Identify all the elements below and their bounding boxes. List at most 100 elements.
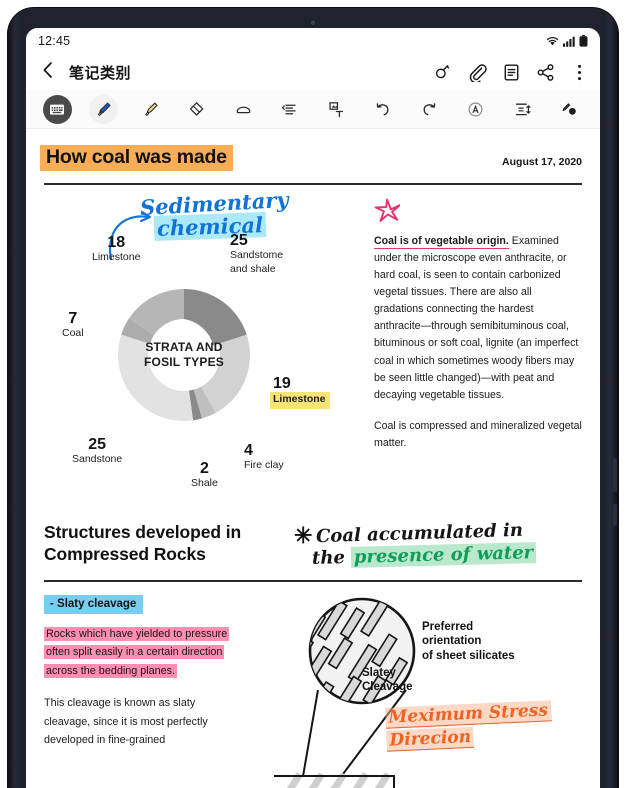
slatey-cleavage-label: Slatey Cleavage xyxy=(362,666,413,695)
note-date: August 17, 2020 xyxy=(502,156,582,171)
bottom-section: - Slaty cleavage Rocks which have yielde… xyxy=(26,582,600,750)
chart-column: Sedimentary chemical xyxy=(44,195,360,503)
chart-label-value: 2 xyxy=(191,461,218,478)
asterisk-mark-icon: ✳ xyxy=(294,523,312,549)
mid-heading: Structures developed in Compressed Rocks xyxy=(44,521,294,567)
chart-label-name: Sandstomeand shale xyxy=(230,249,283,276)
text-align-icon[interactable] xyxy=(267,93,314,125)
status-bar: 12:45 xyxy=(26,28,600,54)
preferred-line-3: of sheet silicates xyxy=(422,649,515,664)
pen-tool-chip xyxy=(89,95,118,124)
chart-label-coal: 7 Coal xyxy=(62,311,84,341)
handwriting-direcion: Direcion xyxy=(386,726,474,751)
handwriting-the: the xyxy=(312,547,345,569)
note-title: How coal was made xyxy=(44,145,229,171)
status-icon-group xyxy=(546,35,588,47)
chart-label-sandstone: 25 Sandstone xyxy=(72,437,122,467)
keyboard-icon[interactable] xyxy=(34,93,81,125)
keyboard-tool-chip xyxy=(43,95,72,124)
note-title-row: How coal was made August 17, 2020 xyxy=(26,129,600,171)
text-column: Coal is of vegetable origin. Examined un… xyxy=(374,195,582,503)
slatey-cleavage-line-1: Slatey xyxy=(362,666,413,681)
pen-icon[interactable] xyxy=(81,93,128,125)
pink-line-3: across the bedding planes. xyxy=(44,664,177,678)
chart-label-name: Limestone xyxy=(270,392,330,408)
highlighter-icon[interactable] xyxy=(127,93,174,125)
note-page-icon[interactable] xyxy=(501,62,522,83)
chart-label-name: Sandstone xyxy=(72,453,122,466)
battery-icon xyxy=(579,35,588,47)
bottom-text-column: - Slaty cleavage Rocks which have yielde… xyxy=(44,594,274,750)
pen-color-icon[interactable] xyxy=(546,93,593,125)
lasso-select-icon[interactable] xyxy=(220,93,267,125)
pen-settings-icon[interactable] xyxy=(433,62,454,83)
chart-label-value: 19 xyxy=(270,376,330,393)
chart-label-value: 18 xyxy=(92,235,140,252)
back-button[interactable] xyxy=(34,59,60,85)
chart-label-value: 25 xyxy=(230,233,283,250)
undo-icon[interactable] xyxy=(360,93,407,125)
pink-line-1: Rocks which have yielded to pressure xyxy=(44,627,229,641)
cleavage-diagram-column: Slatey Cleavage Preferred orientation of… xyxy=(274,594,582,750)
plain-line-3: developed in fine-grained xyxy=(44,734,165,746)
front-camera xyxy=(310,19,317,26)
tablet-screen: 12:45 笔记类别 xyxy=(26,28,600,788)
note-canvas[interactable]: How coal was made August 17, 2020 Sedime… xyxy=(26,129,600,788)
chart-label-name: Coal xyxy=(62,327,84,340)
chart-label-sandstome-and-shale: 25 Sandstomeand shale xyxy=(230,233,283,277)
chart-label-shale: 2 Shale xyxy=(191,461,218,491)
chart-label-name: Limestone xyxy=(92,251,140,264)
chart-label-name: Fire clay xyxy=(244,459,284,472)
chart-label-fire-clay: 4 Fire clay xyxy=(244,443,284,473)
mid-handwriting-group: ✳ Coal accumulated in the presence of wa… xyxy=(298,521,536,566)
app-bar-actions xyxy=(433,62,590,83)
app-bar: 笔记类别 xyxy=(26,54,600,90)
share-icon[interactable] xyxy=(535,62,556,83)
plain-paragraph: This cleavage is known as slaty cleavage… xyxy=(44,694,274,750)
signal-icon xyxy=(563,36,575,47)
attachment-icon[interactable] xyxy=(467,62,488,83)
preferred-line-2: orientation xyxy=(422,634,515,649)
donut-center-label: STRATA AND FOSIL TYPES xyxy=(102,273,266,437)
pink-highlighted-paragraph: Rocks which have yielded to pressure oft… xyxy=(44,625,274,682)
status-clock: 12:45 xyxy=(38,34,70,48)
note-body-columns: Sedimentary chemical xyxy=(26,185,600,503)
tablet-device-frame: 12:45 笔记类别 xyxy=(8,8,618,788)
chevron-left-icon xyxy=(41,61,54,84)
redo-icon[interactable] xyxy=(406,93,453,125)
eraser-icon[interactable] xyxy=(174,93,221,125)
slatey-cleavage-line-2: Cleavage xyxy=(362,680,413,695)
chart-label-name: Shale xyxy=(191,477,218,490)
handwriting-presence-of-water: presence of water xyxy=(351,542,537,568)
chart-label-value: 7 xyxy=(62,311,84,328)
slaty-cleavage-chip: - Slaty cleavage xyxy=(44,595,143,614)
chart-label-limestone-highlighted: 19 Limestone xyxy=(270,376,330,409)
chart-label-limestone-top: 18 Limestone xyxy=(92,235,140,265)
mid-section: Structures developed in Compressed Rocks… xyxy=(26,503,600,567)
right-column-lead-paragraph: Coal is of vegetable origin. Examined un… xyxy=(374,233,582,405)
text-mode-icon[interactable] xyxy=(453,93,500,125)
star-doodle-icon xyxy=(374,197,582,228)
app-title: 笔记类别 xyxy=(69,62,131,83)
line-spacing-icon[interactable] xyxy=(499,93,546,125)
preferred-line-1: Preferred xyxy=(422,620,515,635)
pink-line-2: often split easily in a certain directio… xyxy=(44,645,224,659)
volume-button[interactable] xyxy=(613,504,617,526)
preferred-orientation-label: Preferred orientation of sheet silicates xyxy=(422,620,515,665)
wifi-icon xyxy=(546,36,559,47)
chart-label-value: 25 xyxy=(72,437,122,454)
donut-chart: STRATA AND FOSIL TYPES 18 Limestone 25 S… xyxy=(44,231,360,503)
lead-bold-phrase: Coal is of vegetable origin. xyxy=(374,235,509,249)
more-options-icon[interactable] xyxy=(569,62,590,83)
convert-to-text-icon[interactable] xyxy=(313,93,360,125)
plain-line-1: This cleavage is known as slaty xyxy=(44,697,195,709)
right-column-second-paragraph: Coal is compressed and mineralized veget… xyxy=(374,418,582,452)
chart-center-line-2: FOSIL TYPES xyxy=(144,355,224,370)
chart-label-value: 4 xyxy=(244,443,284,460)
handwriting-maximum-stress-group: Meximum Stress Direcion xyxy=(385,700,552,751)
lead-rest: Examined under the microscope even anthr… xyxy=(374,235,578,401)
power-button[interactable] xyxy=(613,458,617,492)
plain-line-2: cleavage, since it is most perfectly xyxy=(44,716,208,728)
chart-center-line-1: STRATA AND xyxy=(145,340,222,355)
pen-toolbar xyxy=(26,90,600,129)
